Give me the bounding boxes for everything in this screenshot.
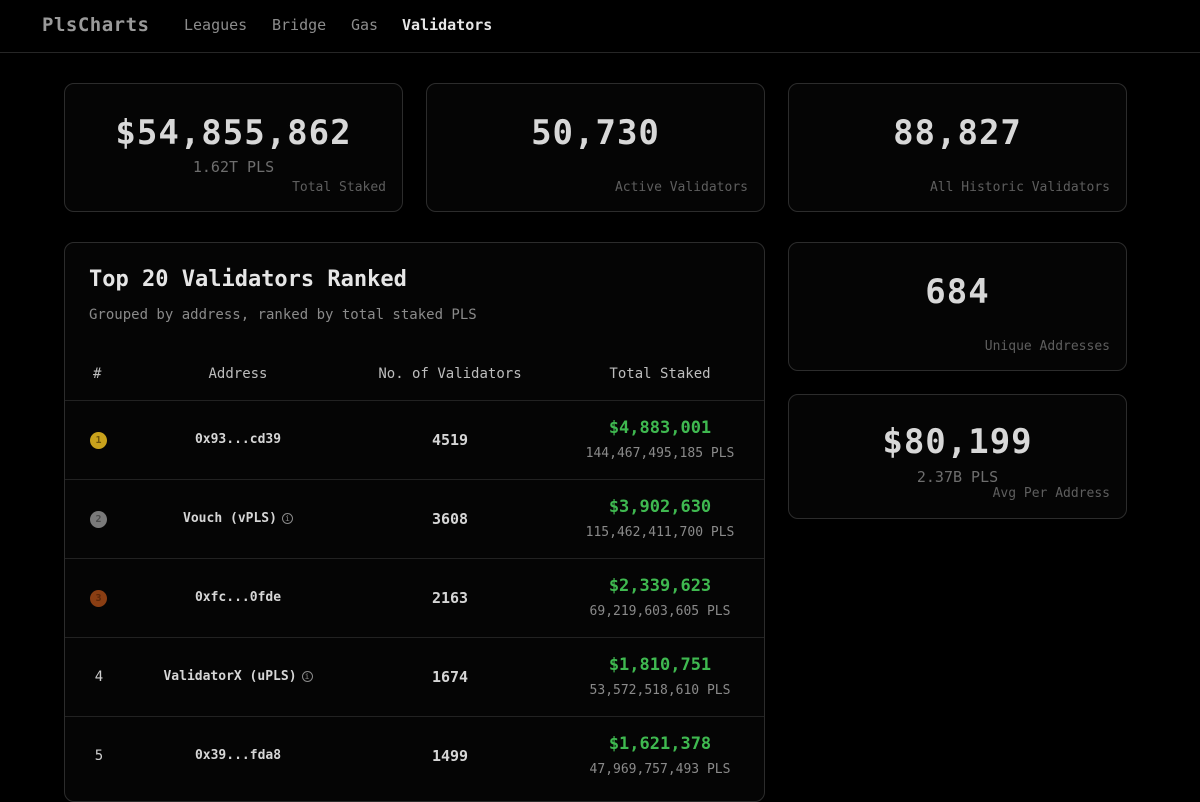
stat-card-avg-per-address: $80,199 2.37B PLS Avg Per Address (788, 394, 1127, 519)
row-usd-staked: $1,810,751 (608, 655, 712, 675)
row-rank: 4 (94, 669, 104, 685)
nav-validators[interactable]: Validators (402, 16, 492, 34)
table-row[interactable]: 1 0x93...cd39 4519 $4,883,001 144,467,49… (65, 400, 764, 479)
row-usd-staked: $1,621,378 (608, 734, 712, 754)
header-rank: # (93, 366, 102, 382)
table-row[interactable]: 3 0xfc...0fde 2163 $2,339,623 69,219,603… (65, 558, 764, 637)
row-pls-staked: 69,219,603,605 PLS (589, 604, 731, 619)
info-icon[interactable]: i (281, 513, 293, 524)
gold-medal-icon: 1 (90, 432, 107, 449)
stat-label: Total Staked (292, 180, 386, 195)
row-pls-staked: 53,572,518,610 PLS (589, 683, 731, 698)
row-pls-staked: 115,462,411,700 PLS (585, 525, 735, 540)
row-validator-count: 1499 (431, 747, 469, 765)
table-row[interactable]: 2 Vouch (vPLS) i 3608 $3,902,630 115,462,… (65, 479, 764, 558)
stat-sub: 1.62T PLS (192, 158, 275, 176)
stat-card-unique-addresses: 684 Unique Addresses (788, 242, 1127, 371)
row-pls-staked: 144,467,495,185 PLS (585, 446, 735, 461)
row-validator-count: 1674 (431, 668, 469, 686)
nav-bridge[interactable]: Bridge (272, 16, 326, 34)
row-address[interactable]: 0x93...cd39 (153, 432, 323, 447)
row-usd-staked: $3,902,630 (608, 497, 712, 517)
header-address: Address (208, 366, 268, 382)
validators-table-card: Top 20 Validators Ranked Grouped by addr… (64, 242, 765, 802)
top-nav: PlsCharts Leagues Bridge Gas Validators (0, 0, 1200, 53)
row-rank: 5 (94, 748, 104, 764)
row-address[interactable]: 0xfc...0fde (153, 590, 323, 605)
stat-sub: 2.37B PLS (916, 468, 999, 486)
row-usd-staked: $4,883,001 (608, 418, 712, 438)
stat-label: Avg Per Address (992, 486, 1110, 501)
table-row[interactable]: 4 ValidatorX (uPLS) i 1674 $1,810,751 53,… (65, 637, 764, 716)
table-subtitle: Grouped by address, ranked by total stak… (89, 307, 477, 323)
info-icon[interactable]: i (301, 671, 313, 682)
bronze-medal-icon: 3 (90, 590, 107, 607)
stat-value: 684 (925, 272, 990, 312)
stat-card-active-validators: 50,730 Active Validators (426, 83, 765, 212)
row-validator-count: 3608 (431, 510, 469, 528)
stat-value: $80,199 (882, 422, 1033, 462)
header-count: No. of Validators (378, 366, 522, 382)
nav-gas[interactable]: Gas (351, 16, 378, 34)
row-address[interactable]: 0x39...fda8 (153, 748, 323, 763)
row-validator-count: 2163 (431, 589, 469, 607)
stat-card-historic-validators: 88,827 All Historic Validators (788, 83, 1127, 212)
silver-medal-icon: 2 (90, 511, 107, 528)
brand-logo[interactable]: PlsCharts (42, 14, 149, 36)
row-address[interactable]: Vouch (vPLS) i (153, 511, 323, 526)
stat-card-total-staked: $54,855,862 1.62T PLS Total Staked (64, 83, 403, 212)
stat-value: 50,730 (531, 113, 660, 153)
stat-label: Unique Addresses (984, 339, 1110, 354)
nav-leagues[interactable]: Leagues (184, 16, 247, 34)
stat-label: All Historic Validators (929, 180, 1110, 195)
row-validator-count: 4519 (431, 431, 469, 449)
row-usd-staked: $2,339,623 (608, 576, 712, 596)
table-row[interactable]: 5 0x39...fda8 1499 $1,621,378 47,969,757… (65, 716, 764, 795)
row-address[interactable]: ValidatorX (uPLS) i (153, 669, 323, 684)
stat-label: Active Validators (614, 180, 748, 195)
row-pls-staked: 47,969,757,493 PLS (589, 762, 731, 777)
stat-value: $54,855,862 (115, 113, 352, 153)
table-title: Top 20 Validators Ranked (89, 267, 407, 292)
stat-value: 88,827 (893, 113, 1022, 153)
header-staked: Total Staked (609, 366, 711, 382)
